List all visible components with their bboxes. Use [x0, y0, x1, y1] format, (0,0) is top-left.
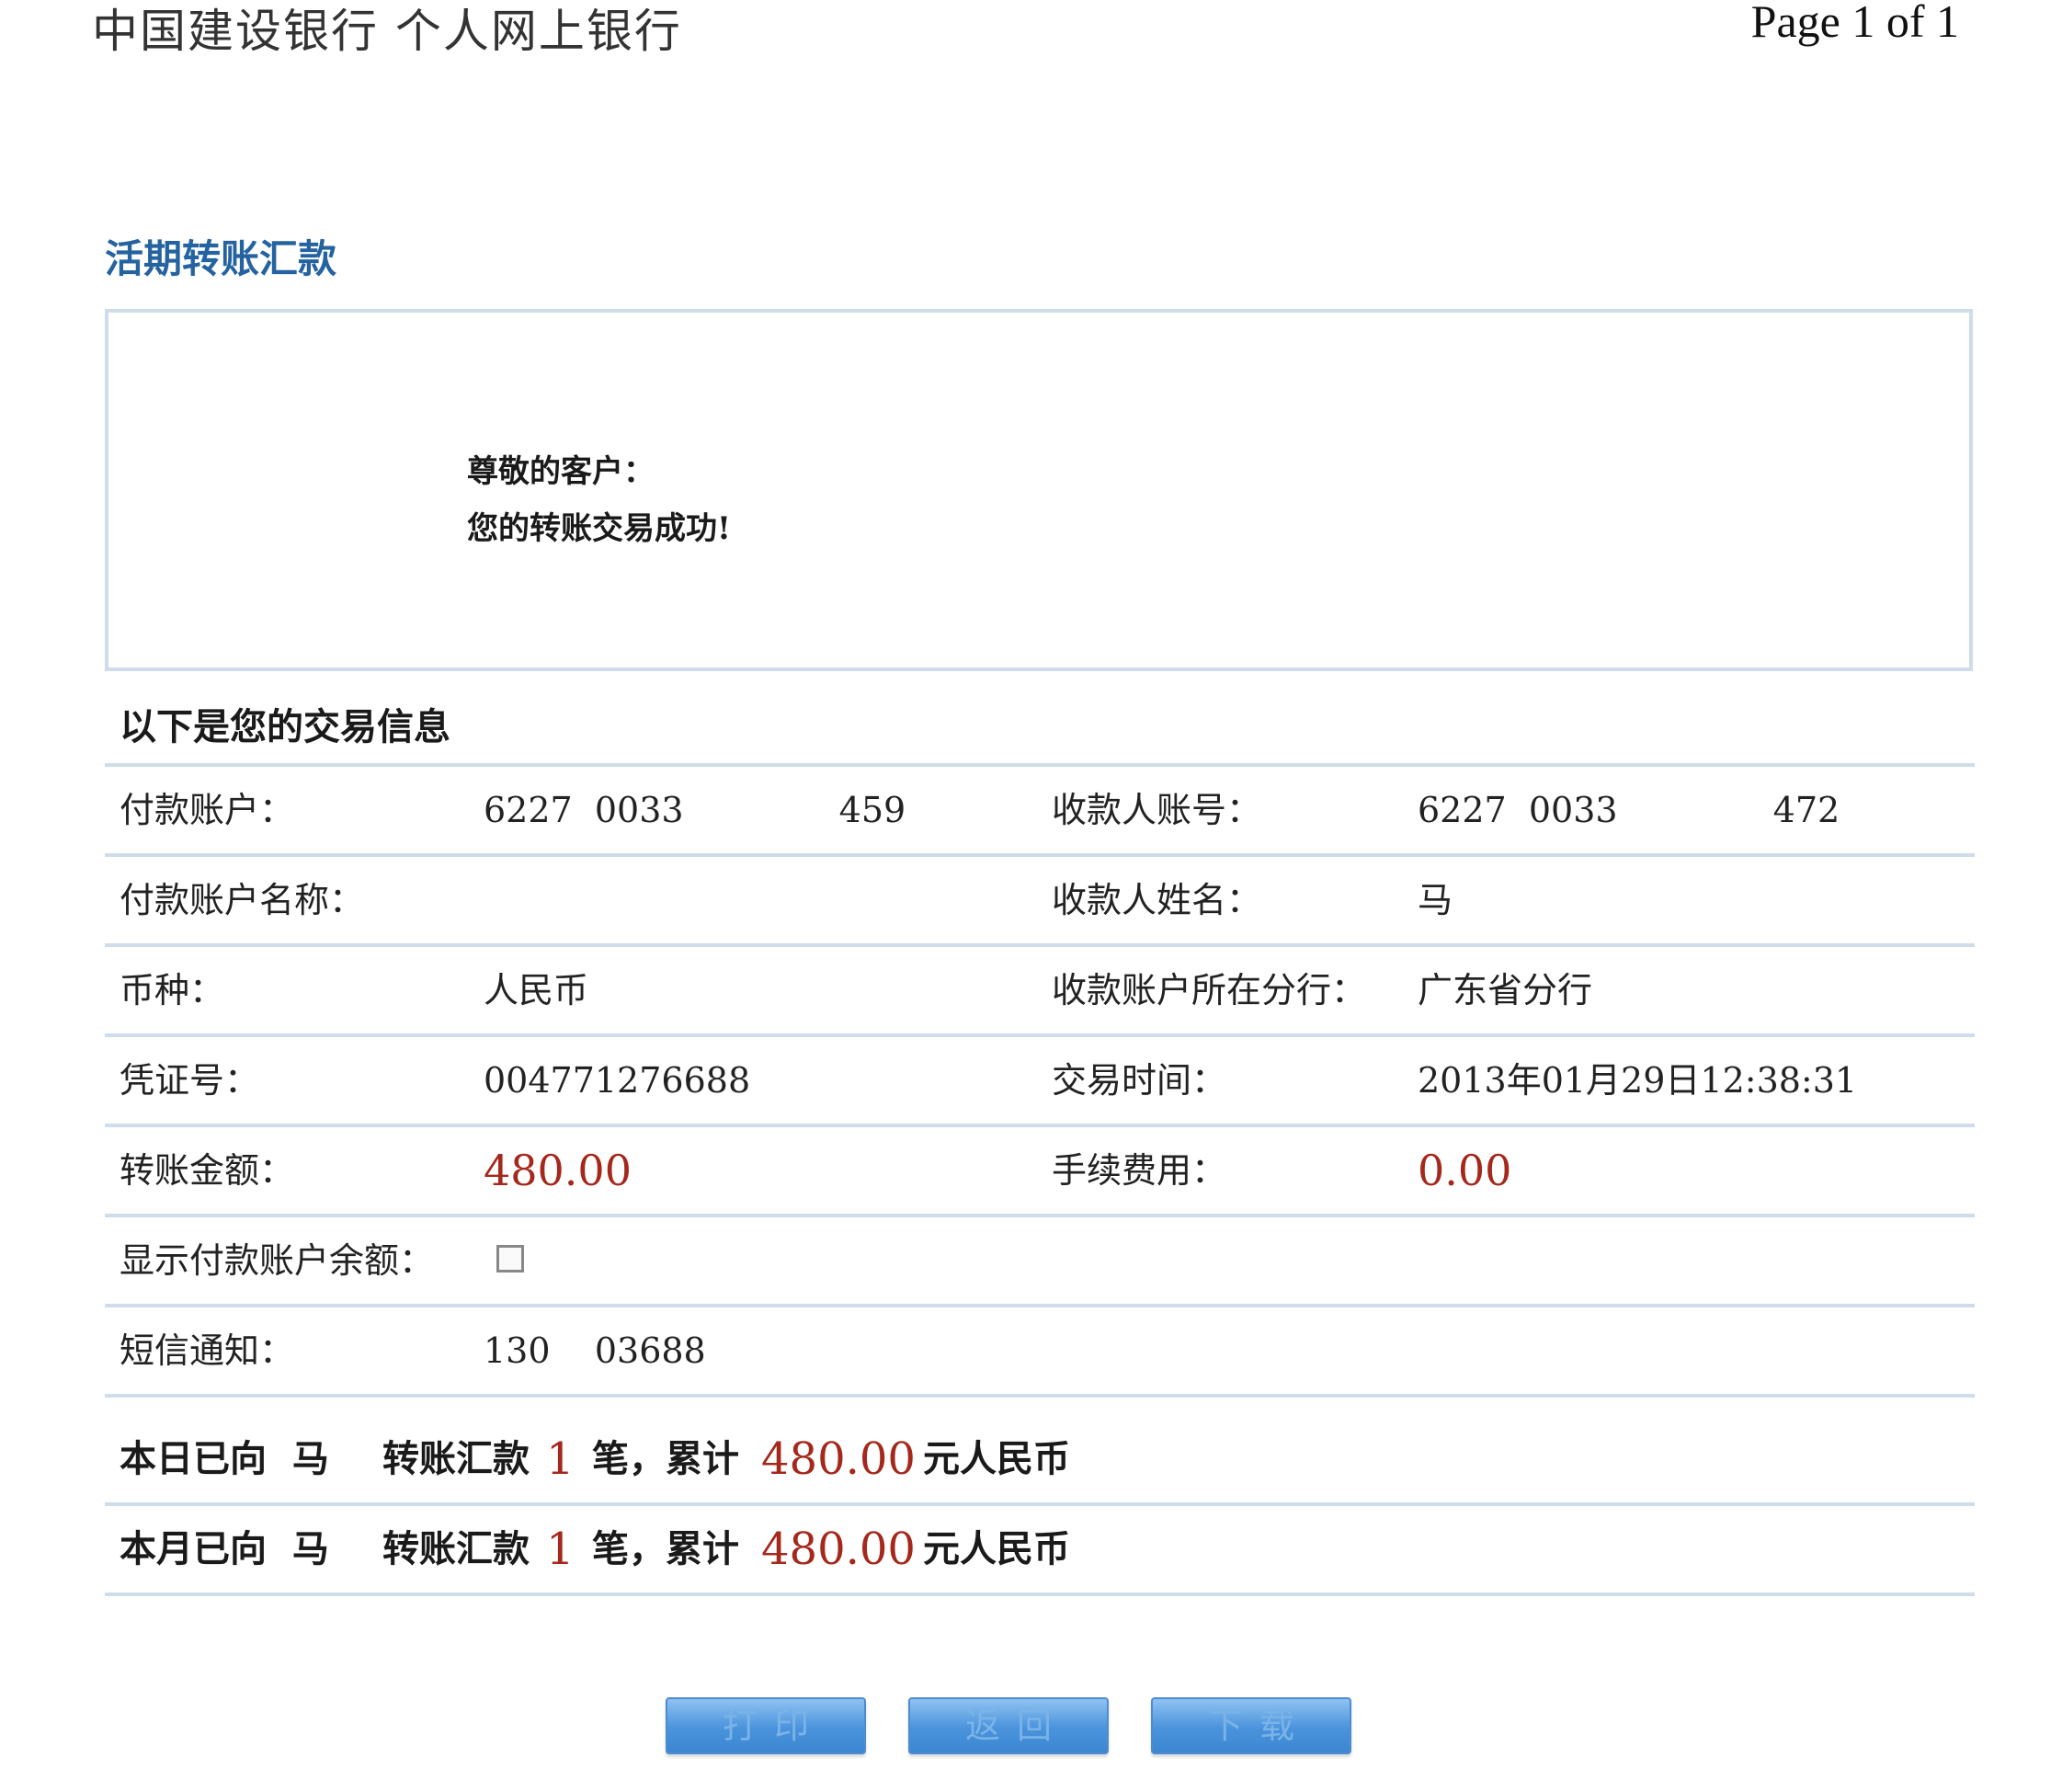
- amount-value: 480.00: [484, 1146, 632, 1195]
- daily-total: 480.00: [761, 1433, 916, 1485]
- print-button[interactable]: 打印: [666, 1697, 866, 1754]
- payer-name-label: 付款账户名称：: [120, 880, 365, 920]
- payer-account-value: 6227 0033 459: [484, 790, 906, 830]
- daily-prefix: 本日已向 马: [120, 1437, 355, 1480]
- greeting-text: 尊敬的客户：: [467, 453, 655, 490]
- table-row: 币种： 人民币 收款账户所在分行： 广东省分行: [105, 943, 1975, 1033]
- monthly-mid: 转账汇款: [382, 1527, 530, 1570]
- table-row: 转账金额： 480.00 手续费用： 0.00: [105, 1124, 1975, 1214]
- payee-account-value: 6227 0033 472: [1418, 790, 1840, 830]
- currency-label: 币种：: [120, 970, 225, 1010]
- payee-name-label: 收款人姓名：: [1052, 880, 1262, 920]
- result-message: 尊敬的客户： 您的转账交易成功!: [467, 443, 731, 557]
- amount-label: 转账金额：: [120, 1150, 295, 1191]
- voucher-value: 004771276688: [484, 1060, 751, 1101]
- daily-mid: 转账汇款: [382, 1437, 530, 1480]
- monthly-total: 480.00: [761, 1524, 916, 1575]
- back-button[interactable]: 返回: [908, 1697, 1109, 1754]
- info-heading: 以下是您的交易信息: [120, 705, 450, 748]
- time-label: 交易时间：: [1052, 1060, 1227, 1101]
- download-button[interactable]: 下载: [1151, 1697, 1351, 1754]
- payee-branch-label: 收款账户所在分行：: [1052, 970, 1367, 1010]
- table-row: 付款账户名称： 收款人姓名： 马: [105, 853, 1975, 943]
- daily-unit: 元人民币: [923, 1437, 1070, 1480]
- sms-label: 短信通知：: [120, 1330, 295, 1371]
- payee-name-value: 马: [1418, 880, 1453, 920]
- daily-summary: 本日已向 马 转账汇款 1 笔，累计 480.00 元人民币: [105, 1416, 1975, 1502]
- time-value: 2013年01月29日12:38:31: [1418, 1060, 1858, 1101]
- success-text: 您的转账交易成功!: [467, 510, 731, 547]
- monthly-count-suffix: 笔，累计: [592, 1527, 739, 1570]
- page-title: 活期转账汇款: [105, 236, 337, 281]
- currency-value: 人民币: [484, 970, 589, 1010]
- sms-value: 130 03688: [484, 1330, 706, 1371]
- daily-count: 1: [546, 1433, 575, 1485]
- voucher-label: 凭证号：: [120, 1060, 260, 1101]
- fee-label: 手续费用：: [1052, 1150, 1227, 1191]
- payer-account-label: 付款账户：: [120, 790, 295, 830]
- payee-account-label: 收款人账号：: [1052, 790, 1262, 830]
- page-indicator: Page 1 of 1: [1750, 0, 1959, 47]
- daily-count-suffix: 笔，累计: [592, 1437, 739, 1480]
- table-row: 付款账户： 6227 0033 459 收款人账号： 6227 0033 472: [105, 763, 1975, 853]
- result-message-box: [105, 309, 1973, 671]
- monthly-summary: 本月已向 马 转账汇款 1 笔，累计 480.00 元人民币: [105, 1502, 1975, 1596]
- transaction-table: 付款账户： 6227 0033 459 收款人账号： 6227 0033 472…: [105, 763, 1975, 1398]
- transfer-summary: 本日已向 马 转账汇款 1 笔，累计 480.00 元人民币 本月已向 马 转账…: [105, 1416, 1975, 1596]
- monthly-unit: 元人民币: [923, 1527, 1070, 1570]
- monthly-count: 1: [546, 1524, 575, 1575]
- table-row: 短信通知： 130 03688: [105, 1304, 1975, 1398]
- show-balance-checkbox[interactable]: [496, 1245, 524, 1273]
- table-row: 凭证号： 004771276688 交易时间： 2013年01月29日12:38…: [105, 1033, 1975, 1124]
- payee-branch-value: 广东省分行: [1418, 970, 1593, 1010]
- show-balance-label: 显示付款账户余额：: [120, 1240, 435, 1281]
- monthly-prefix: 本月已向 马: [120, 1527, 355, 1570]
- table-row: 显示付款账户余额：: [105, 1214, 1975, 1304]
- bank-title: 中国建设银行 个人网上银行: [92, 5, 682, 58]
- fee-value: 0.00: [1418, 1146, 1512, 1195]
